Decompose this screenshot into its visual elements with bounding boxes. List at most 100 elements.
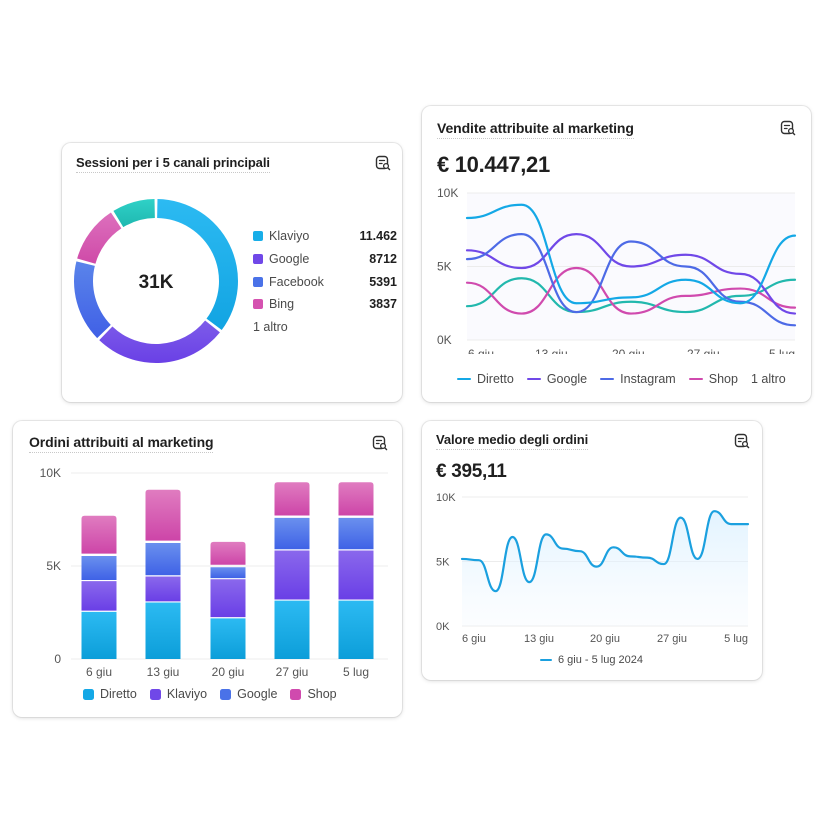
sales-legend: Diretto Google Instagram Shop 1 altro [457,372,799,386]
legend-more-label: 1 altro [253,320,288,335]
legend-item-diretto[interactable]: Diretto [83,687,137,701]
legend-item-google[interactable]: Google 8712 [253,248,397,271]
x-tick-label: 27 giu [276,665,309,679]
sessions-card: Sessioni per i 5 canali principali 31K K… [62,143,402,402]
x-tick-label: 6 giu [86,665,112,679]
legend-item-instagram[interactable]: Instagram [600,372,676,386]
x-tick-label: 13 giu [147,665,180,679]
donut-center-label: 31K [139,272,174,293]
legend-label: Shop [307,687,337,701]
x-tick-label: 20 giu [612,347,645,354]
y-tick-label: 10K [436,492,456,504]
bar-segment-google[interactable] [81,556,117,580]
legend-swatch [457,377,471,381]
area-fill [462,511,748,626]
bar-segment-shop[interactable] [338,482,374,516]
bar-segment-shop[interactable] [81,515,117,554]
legend-swatch [540,658,552,662]
aov-card: Valore medio degli ordini € 395,11 0K 5K 1… [422,421,762,680]
bar-segment-shop[interactable] [210,541,246,565]
legend-swatch [600,377,615,381]
bar-segment-diretto[interactable] [145,602,181,659]
legend-label: Facebook [269,274,324,289]
legend-swatch [83,688,94,700]
x-tick-label: 5 lug [769,347,795,354]
legend-label: Diretto [477,372,514,386]
bar-segment-klaviyo[interactable] [81,581,117,611]
legend-more[interactable]: 1 altro [253,316,397,339]
report-search-icon[interactable] [780,120,796,136]
legend-item-google[interactable]: Google [526,372,587,386]
report-search-icon[interactable] [375,155,391,171]
legend-item-shop[interactable]: Shop [688,372,738,386]
bar-segment-diretto[interactable] [274,600,310,659]
legend-item-period[interactable]: 6 giu - 5 lug 2024 [540,654,643,666]
bar-segment-shop[interactable] [274,482,310,516]
x-tick-label: 5 lug [724,633,748,645]
aov-area-chart: 0K 5K 10K 6 giu 13 giu 20 giu 27 giu 5 lug [436,492,750,645]
bar-segment-klaviyo[interactable] [338,550,374,600]
x-tick-label: 27 giu [657,633,687,645]
y-tick-label: 0 [54,652,61,666]
legend-value: 5391 [369,274,397,289]
x-tick-label: 20 giu [590,633,620,645]
legend-label: Google [269,252,310,267]
sales-total: € 10.447,21 [437,152,550,177]
x-tick-label: 27 giu [687,347,720,354]
legend-label: Shop [708,372,738,386]
donut-chart: 31K [73,199,238,363]
orders-legend: Diretto Klaviyo Google Shop [83,687,350,701]
legend-swatch [253,276,263,287]
legend-label: Klaviyo [166,687,208,701]
donut-slice-altro[interactable] [113,199,155,228]
legend-item-bing[interactable]: Bing 3837 [253,293,397,316]
sales-card: Vendite attribuite al marketing € 10.447… [422,106,811,402]
bar-segment-google[interactable] [210,567,246,579]
legend-item-facebook[interactable]: Facebook 5391 [253,270,397,293]
bar-segment-google[interactable] [338,517,374,550]
legend-item-shop[interactable]: Shop [290,687,337,701]
bar-segment-google[interactable] [145,543,181,576]
x-tick-label: 6 giu [468,347,494,354]
donut-slice-bing[interactable] [77,212,122,264]
bar-segment-klaviyo[interactable] [145,576,181,602]
legend-item-klaviyo[interactable]: Klaviyo [149,687,208,701]
legend-swatch [526,377,541,381]
legend-label: 6 giu - 5 lug 2024 [558,654,644,666]
legend-swatch [253,299,263,310]
x-tick-label: 13 giu [524,633,554,645]
card-title[interactable]: Vendite attribuite al marketing [437,120,634,139]
bar-segment-google[interactable] [274,517,310,550]
card-title[interactable]: Sessioni per i 5 canali principali [76,155,270,173]
bar-segment-shop[interactable] [145,489,181,541]
y-tick-label: 5K [46,559,61,573]
bar-segment-diretto[interactable] [338,600,374,659]
orders-bar-chart: 0 5K 10K 6 giu 13 giu 20 giu 27 giu 5 lug [40,466,388,679]
legend-swatch [220,688,232,700]
donut-slice-google[interactable] [99,320,220,363]
donut-legend: Klaviyo 11.462 Google 8712 Facebook 5391… [253,225,397,338]
bar-segment-klaviyo[interactable] [274,550,310,600]
legend-item-google[interactable]: Google [220,687,277,701]
legend-swatch [290,688,302,700]
donut-slice-klaviyo[interactable] [157,199,238,331]
legend-item-klaviyo[interactable]: Klaviyo 11.462 [253,225,397,248]
legend-swatch [688,377,703,381]
y-tick-label: 10K [40,466,61,480]
legend-value: 11.462 [359,229,397,244]
legend-item-diretto[interactable]: Diretto [457,372,514,386]
donut-slice-facebook[interactable] [73,261,111,339]
bar-segment-klaviyo[interactable] [210,579,246,618]
legend-swatch [253,254,263,265]
legend-label: Google [237,687,278,701]
y-tick-label: 10K [437,186,458,200]
bar-segment-diretto[interactable] [210,618,246,659]
legend-swatch [253,231,263,242]
y-tick-label: 5K [437,260,452,274]
x-tick-label: 5 lug [343,665,369,679]
legend-value: 8712 [369,252,397,267]
y-tick-label: 5K [436,557,450,569]
legend-more[interactable]: 1 altro [751,372,786,386]
legend-value: 3837 [369,297,397,312]
bar-segment-diretto[interactable] [81,611,117,659]
